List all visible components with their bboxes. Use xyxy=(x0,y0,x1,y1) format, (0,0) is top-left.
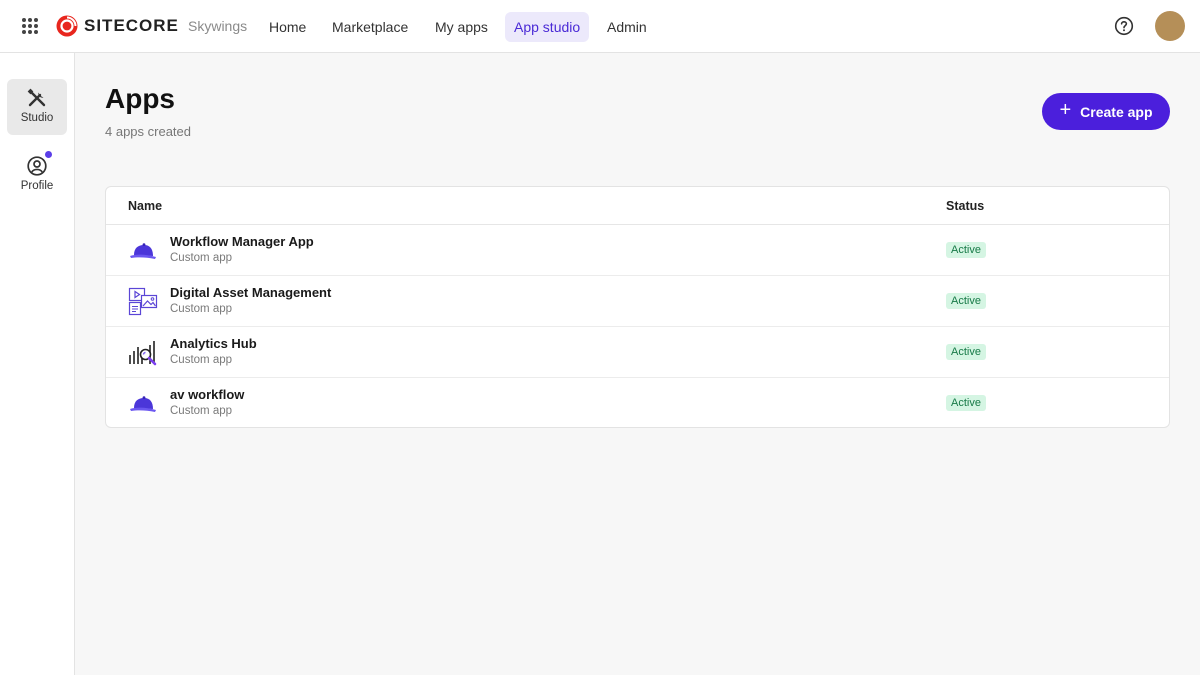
column-header-name: Name xyxy=(128,199,163,213)
top-navigation-bar: SITECORE Skywings Home Marketplace My ap… xyxy=(0,0,1200,53)
table-row[interactable]: Digital Asset Management Custom app Acti… xyxy=(106,276,1169,327)
table-row[interactable]: Analytics Hub Custom app Active xyxy=(106,327,1169,378)
nav-admin[interactable]: Admin xyxy=(598,12,656,42)
table-row[interactable]: av workflow Custom app Active xyxy=(106,378,1169,427)
logo-text: SITECORE xyxy=(84,16,179,35)
nav-marketplace[interactable]: Marketplace xyxy=(323,12,417,42)
sidebar-item-studio[interactable]: Studio xyxy=(7,79,67,135)
help-circle-icon[interactable] xyxy=(1114,16,1134,36)
app-name: Analytics Hub xyxy=(170,336,257,351)
nav-home[interactable]: Home xyxy=(260,12,315,42)
app-type: Custom app xyxy=(170,354,233,366)
status-badge: Active xyxy=(946,293,986,309)
cap-icon xyxy=(130,243,156,259)
create-app-button[interactable]: + Create app xyxy=(1042,93,1170,130)
media-assets-icon xyxy=(128,287,158,316)
app-type: Custom app xyxy=(170,303,233,315)
nav-my-apps[interactable]: My apps xyxy=(426,12,497,42)
apps-count: 4 apps created xyxy=(105,124,192,139)
page-title: Apps xyxy=(105,83,175,114)
user-avatar[interactable] xyxy=(1155,11,1185,41)
sidebar-item-profile[interactable]: Profile xyxy=(7,147,67,203)
sidebar-item-label: Studio xyxy=(20,112,54,124)
app-name: Digital Asset Management xyxy=(170,285,332,300)
app-name: av workflow xyxy=(170,387,245,402)
app-type: Custom app xyxy=(170,405,233,417)
status-badge: Active xyxy=(946,242,986,258)
sitecore-logo[interactable]: SITECORE xyxy=(56,15,179,37)
column-header-status: Status xyxy=(946,199,985,213)
status-badge: Active xyxy=(946,344,986,360)
analytics-search-icon xyxy=(129,341,157,366)
notification-dot xyxy=(45,151,52,158)
sidebar-item-label: Profile xyxy=(20,180,54,192)
status-badge: Active xyxy=(946,395,986,411)
plus-icon: + xyxy=(1059,99,1072,121)
table-row[interactable]: Workflow Manager App Custom app Active xyxy=(106,225,1169,276)
tools-icon xyxy=(27,88,46,107)
nav-app-studio[interactable]: App studio xyxy=(505,12,590,42)
sidebar: Studio Profile xyxy=(0,53,75,675)
table-header: Name Status xyxy=(106,187,1169,225)
organization-name: Skywings xyxy=(188,18,248,34)
apps-table: Name Status Workflow Manager App Custom … xyxy=(105,186,1170,428)
grid-menu-icon[interactable] xyxy=(22,18,38,34)
cap-icon xyxy=(130,396,156,412)
create-app-label: Create app xyxy=(1080,103,1153,120)
app-name: Workflow Manager App xyxy=(170,234,314,249)
user-circle-icon xyxy=(26,151,52,177)
app-type: Custom app xyxy=(170,252,233,264)
sitecore-logo-icon xyxy=(56,15,78,37)
